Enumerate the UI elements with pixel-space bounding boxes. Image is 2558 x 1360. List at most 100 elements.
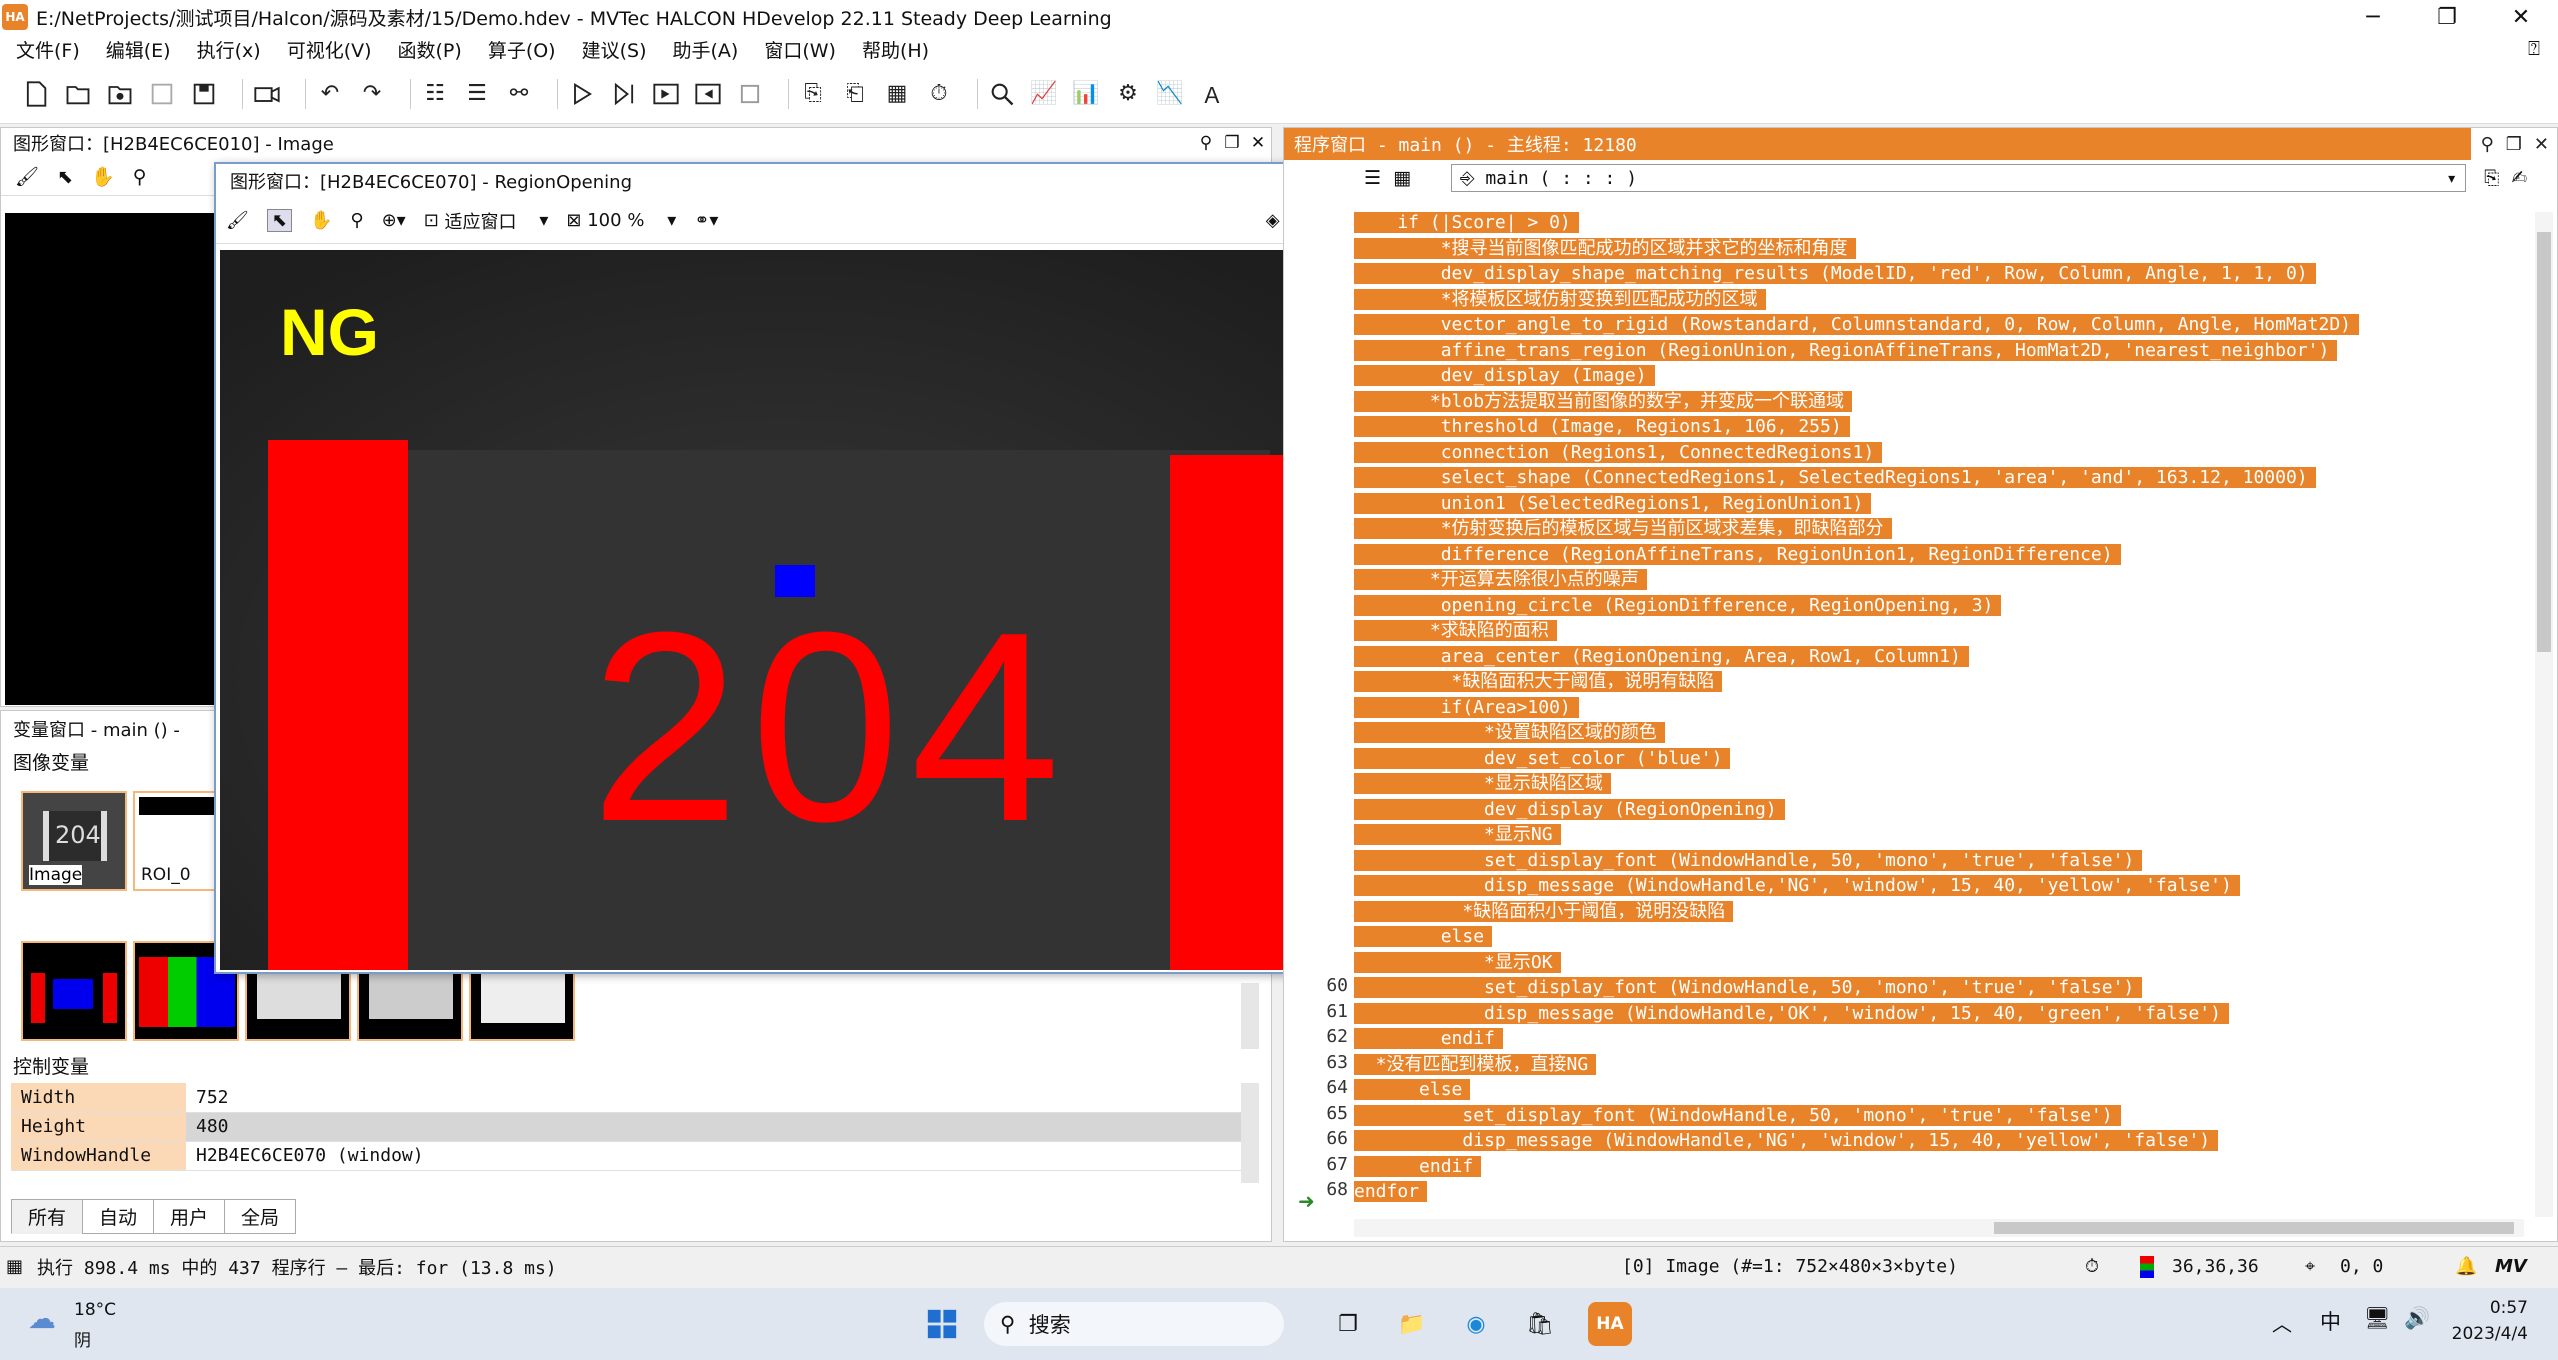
code-line[interactable]: *将模板区域仿射变换到匹配成功的区域 <box>1354 287 1766 312</box>
menu-operators[interactable]: 算子(O) <box>488 36 556 63</box>
feature-inspection-icon[interactable]: ⚙ <box>1114 80 1142 108</box>
ocr-assistant-icon[interactable]: Ａ <box>1198 80 1226 109</box>
line-number[interactable]: 61 <box>1284 1001 1348 1022</box>
code-line[interactable]: dev_set_color ('blue') <box>1354 746 1731 771</box>
code-line[interactable]: if(Area>100) <box>1354 695 1579 720</box>
step-out-icon[interactable] <box>694 80 722 108</box>
windows-start-icon[interactable] <box>920 1302 964 1346</box>
code-line[interactable]: *开运算去除很小点的噪声 <box>1354 567 1647 592</box>
step-into-icon[interactable] <box>652 80 680 108</box>
line-profile-icon[interactable]: 📈 <box>1030 80 1058 108</box>
code-line[interactable]: dev_display (Image) <box>1354 363 1655 388</box>
insert-breakpoint-icon[interactable]: ☷ <box>421 80 449 108</box>
tab-global[interactable]: 全局 <box>224 1199 297 1234</box>
menu-window[interactable]: 窗口(W) <box>764 36 836 63</box>
code-line[interactable]: *显示缺陷区域 <box>1354 771 1611 796</box>
brush-icon[interactable]: 🖌 <box>15 165 39 188</box>
code-line[interactable]: *设置缺陷区域的颜色 <box>1354 720 1665 745</box>
network-icon[interactable]: 🖥 <box>2364 1306 2391 1331</box>
store-icon[interactable]: 🛍 <box>1518 1302 1562 1346</box>
draw-shape-icon[interactable]: ⚭▾ <box>694 210 718 231</box>
close-button[interactable]: ✕ <box>2484 5 2558 30</box>
tools-icon[interactable]: ✍ <box>2511 167 2527 189</box>
code-line[interactable]: *没有匹配到模板，直接NG <box>1354 1052 1597 1077</box>
context-help-icon[interactable]: ⍰ <box>2528 36 2540 60</box>
code-line[interactable]: set_display_font (WindowHandle, 50, 'mon… <box>1354 975 2143 1000</box>
zoom-in-icon[interactable]: ⊕▾ <box>382 210 406 231</box>
tab-user[interactable]: 用户 <box>153 1199 226 1234</box>
line-number[interactable]: 63 <box>1284 1052 1348 1073</box>
clock-time[interactable]: 0:57 <box>2458 1298 2528 1318</box>
brush-icon[interactable]: 🖌 <box>226 210 249 231</box>
procedure-selector[interactable]: ⎆ main ( : : : ) ▾ <box>1451 164 2467 192</box>
maximize-button[interactable]: ❐ <box>2410 5 2484 30</box>
line-number[interactable]: 66 <box>1284 1128 1348 1149</box>
reset-procedure-icon[interactable]: ⎗ <box>841 80 869 108</box>
reset-program-icon[interactable]: ⎘ <box>799 80 827 108</box>
code-line[interactable]: dev_display (RegionOpening) <box>1354 797 1785 822</box>
clear-breakpoint-icon[interactable]: ☰ <box>463 80 491 108</box>
code-line[interactable]: endif <box>1354 1154 1482 1179</box>
run-icon[interactable] <box>568 80 596 108</box>
weather-temp[interactable]: 18°C <box>74 1300 116 1320</box>
line-number[interactable]: 67 <box>1284 1154 1348 1175</box>
find-binoculars-icon[interactable]: ⚯ <box>505 80 533 108</box>
menu-file[interactable]: 文件(F) <box>16 36 80 63</box>
line-number[interactable]: 64 <box>1284 1077 1348 1098</box>
code-line[interactable]: union1 (SelectedRegions1, RegionUnion1) <box>1354 491 1872 516</box>
zoom-icon[interactable]: ⚲ <box>133 166 147 188</box>
close-icon[interactable]: ✕ <box>2534 134 2549 155</box>
undo-icon[interactable]: ↶ <box>316 80 344 108</box>
zoom-level-dropdown[interactable]: ⊠ 100 % ▾ <box>566 210 676 231</box>
code-line[interactable]: set_display_font (WindowHandle, 50, 'mon… <box>1354 848 2143 873</box>
stopwatch-icon[interactable]: ⏱ <box>2085 1256 2099 1277</box>
code-line[interactable]: endif <box>1354 1026 1503 1051</box>
control-scrollbar[interactable] <box>1241 1083 1259 1183</box>
code-line[interactable]: select_shape (ConnectedRegions1, Selecte… <box>1354 465 2316 490</box>
table-row[interactable]: Width 752 <box>11 1083 1259 1113</box>
file-explorer-icon[interactable]: 📁 <box>1390 1302 1434 1346</box>
taskbar-search-box[interactable]: ⚲ 搜索 <box>984 1302 1284 1346</box>
edit-interface-icon[interactable]: ⎘ <box>2484 167 2499 189</box>
stopwatch-icon[interactable]: ⏱ <box>925 80 953 108</box>
code-line[interactable]: dev_display_shape_matching_results (Mode… <box>1354 261 2316 286</box>
code-line[interactable]: disp_message (WindowHandle,'OK', 'window… <box>1354 1001 2229 1026</box>
menu-suggestions[interactable]: 建议(S) <box>582 36 647 63</box>
menu-procedures[interactable]: 函数(P) <box>398 36 462 63</box>
ime-indicator[interactable]: 中 <box>2320 1306 2341 1336</box>
fit-window-dropdown[interactable]: ⊡ 适应窗口 ▾ <box>424 208 549 234</box>
line-number[interactable]: 65 <box>1284 1103 1348 1124</box>
line-number[interactable]: 60 <box>1284 975 1348 996</box>
camera-icon[interactable] <box>253 80 281 108</box>
hand-icon[interactable]: ✋ <box>91 165 115 188</box>
open-file-icon[interactable] <box>64 80 92 108</box>
activate-profiler-icon[interactable]: ▦ <box>883 80 911 108</box>
open-example-icon[interactable] <box>106 80 134 108</box>
code-line[interactable]: *缺陷面积大于阈值，说明有缺陷 <box>1354 669 1723 694</box>
code-line[interactable]: endfor <box>1354 1179 1428 1204</box>
grid-icon[interactable]: ▦ <box>1393 167 1411 189</box>
stop-icon[interactable] <box>736 80 764 108</box>
float-icon[interactable]: ❐ <box>1219 133 1245 153</box>
task-view-icon[interactable]: ❐ <box>1326 1302 1370 1346</box>
code-line[interactable]: connection (Regions1, ConnectedRegions1) <box>1354 440 1883 465</box>
code-line[interactable]: opening_circle (RegionDifference, Region… <box>1354 593 2002 618</box>
tab-all[interactable]: 所有 <box>11 1199 84 1234</box>
code-line[interactable]: *显示OK <box>1354 950 1561 975</box>
vertical-scrollbar[interactable] <box>2535 212 2553 1217</box>
gray-histogram-icon[interactable]: 📉 <box>1156 80 1184 108</box>
line-number[interactable]: 62 <box>1284 1026 1348 1047</box>
code-line[interactable]: *blob方法提取当前图像的数字，并变成一个联通域 <box>1354 389 1853 414</box>
table-row[interactable]: WindowHandle H2B4EC6CE070 (window) <box>11 1141 1259 1171</box>
code-line[interactable]: affine_trans_region (RegionUnion, Region… <box>1354 338 2338 363</box>
save-disabled-icon[interactable] <box>148 80 176 108</box>
code-line[interactable]: if (|Score| > 0) <box>1354 210 1579 235</box>
code-line[interactable]: *求缺陷的面积 <box>1354 618 1557 643</box>
code-line[interactable]: disp_message (WindowHandle,'NG', 'window… <box>1354 1128 2219 1153</box>
save-icon[interactable] <box>190 80 218 108</box>
code-line[interactable]: disp_message (WindowHandle,'NG', 'window… <box>1354 873 2240 898</box>
show-hidden-icons-chevron-icon[interactable]: ︿ <box>2272 1308 2292 1337</box>
zoom-icon[interactable]: ⚲ <box>350 210 363 231</box>
code-line[interactable]: *仿射变换后的模板区域与当前区域求差集，即缺陷部分 <box>1354 516 1892 541</box>
code-line[interactable]: *搜寻当前图像匹配成功的区域并求它的坐标和角度 <box>1354 236 1856 261</box>
